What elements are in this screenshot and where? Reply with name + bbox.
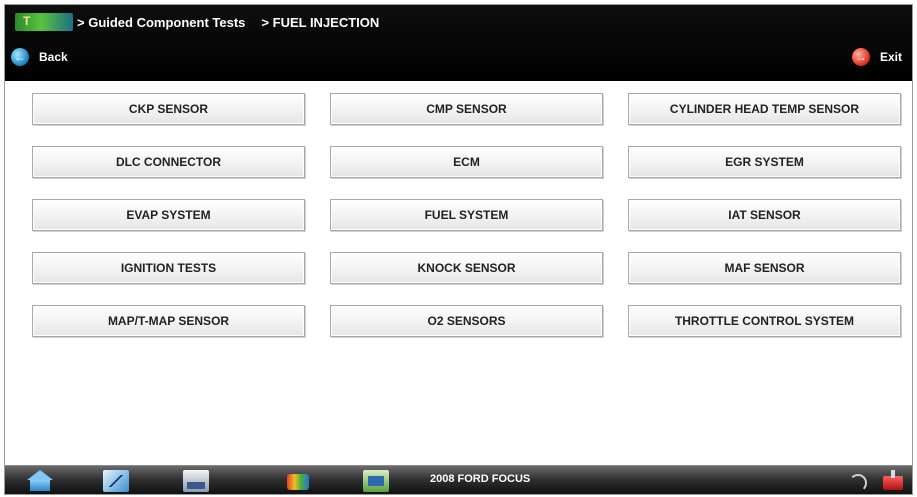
breadcrumb-guided-component-tests[interactable]: > Guided Component Tests: [77, 15, 245, 30]
tools-icon[interactable]: [285, 470, 311, 492]
power-icon[interactable]: [879, 470, 907, 492]
exit-arrow-icon: →: [851, 48, 870, 66]
maf-sensor-button[interactable]: MAF SENSOR: [628, 252, 901, 284]
egr-system-button[interactable]: EGR SYSTEM: [628, 146, 901, 178]
ckp-sensor-button[interactable]: CKP SENSOR: [32, 93, 305, 125]
dlc-connector-button[interactable]: DLC CONNECTOR: [32, 146, 305, 178]
cylinder-head-temp-sensor-button[interactable]: CYLINDER HEAD TEMP SENSOR: [628, 93, 901, 125]
back-button[interactable]: ← Back: [11, 45, 68, 69]
breadcrumb-fuel-injection: > FUEL INJECTION: [261, 14, 380, 30]
vehicle-label: 2008 FORD FOCUS: [430, 473, 531, 485]
fuel-system-button[interactable]: FUEL SYSTEM: [330, 199, 603, 231]
header-bar: > Guided Component Tests > FUEL INJECTIO…: [5, 5, 912, 81]
test-button-grid: CKP SENSOR CMP SENSOR CYLINDER HEAD TEMP…: [32, 93, 907, 337]
app-window: > Guided Component Tests > FUEL INJECTIO…: [4, 4, 913, 495]
cmp-sensor-button[interactable]: CMP SENSOR: [330, 93, 603, 125]
back-arrow-icon: ←: [11, 48, 29, 66]
evap-system-button[interactable]: EVAP SYSTEM: [32, 199, 305, 231]
knock-sensor-button[interactable]: KNOCK SENSOR: [330, 252, 603, 284]
map-t-map-sensor-button[interactable]: MAP/T-MAP SENSOR: [32, 305, 305, 337]
ignition-tests-button[interactable]: IGNITION TESTS: [32, 252, 305, 284]
snapshot-icon[interactable]: [103, 470, 129, 492]
home-icon[interactable]: [27, 470, 53, 492]
home-logo-icon[interactable]: [15, 13, 73, 31]
print-icon[interactable]: [183, 470, 209, 492]
ecm-button[interactable]: ECM: [330, 146, 603, 178]
exit-button[interactable]: → Exit: [851, 45, 902, 69]
breadcrumb: > Guided Component Tests > FUEL INJECTIO…: [15, 11, 395, 33]
back-label: Back: [39, 50, 68, 64]
data-icon[interactable]: [363, 470, 389, 492]
signal-icon[interactable]: [843, 470, 869, 492]
o2-sensors-button[interactable]: O2 SENSORS: [330, 305, 603, 337]
iat-sensor-button[interactable]: IAT SENSOR: [628, 199, 901, 231]
throttle-control-system-button[interactable]: THROTTLE CONTROL SYSTEM: [628, 305, 901, 337]
exit-label: Exit: [879, 50, 902, 64]
bottom-toolbar: 2008 FORD FOCUS: [5, 465, 912, 494]
